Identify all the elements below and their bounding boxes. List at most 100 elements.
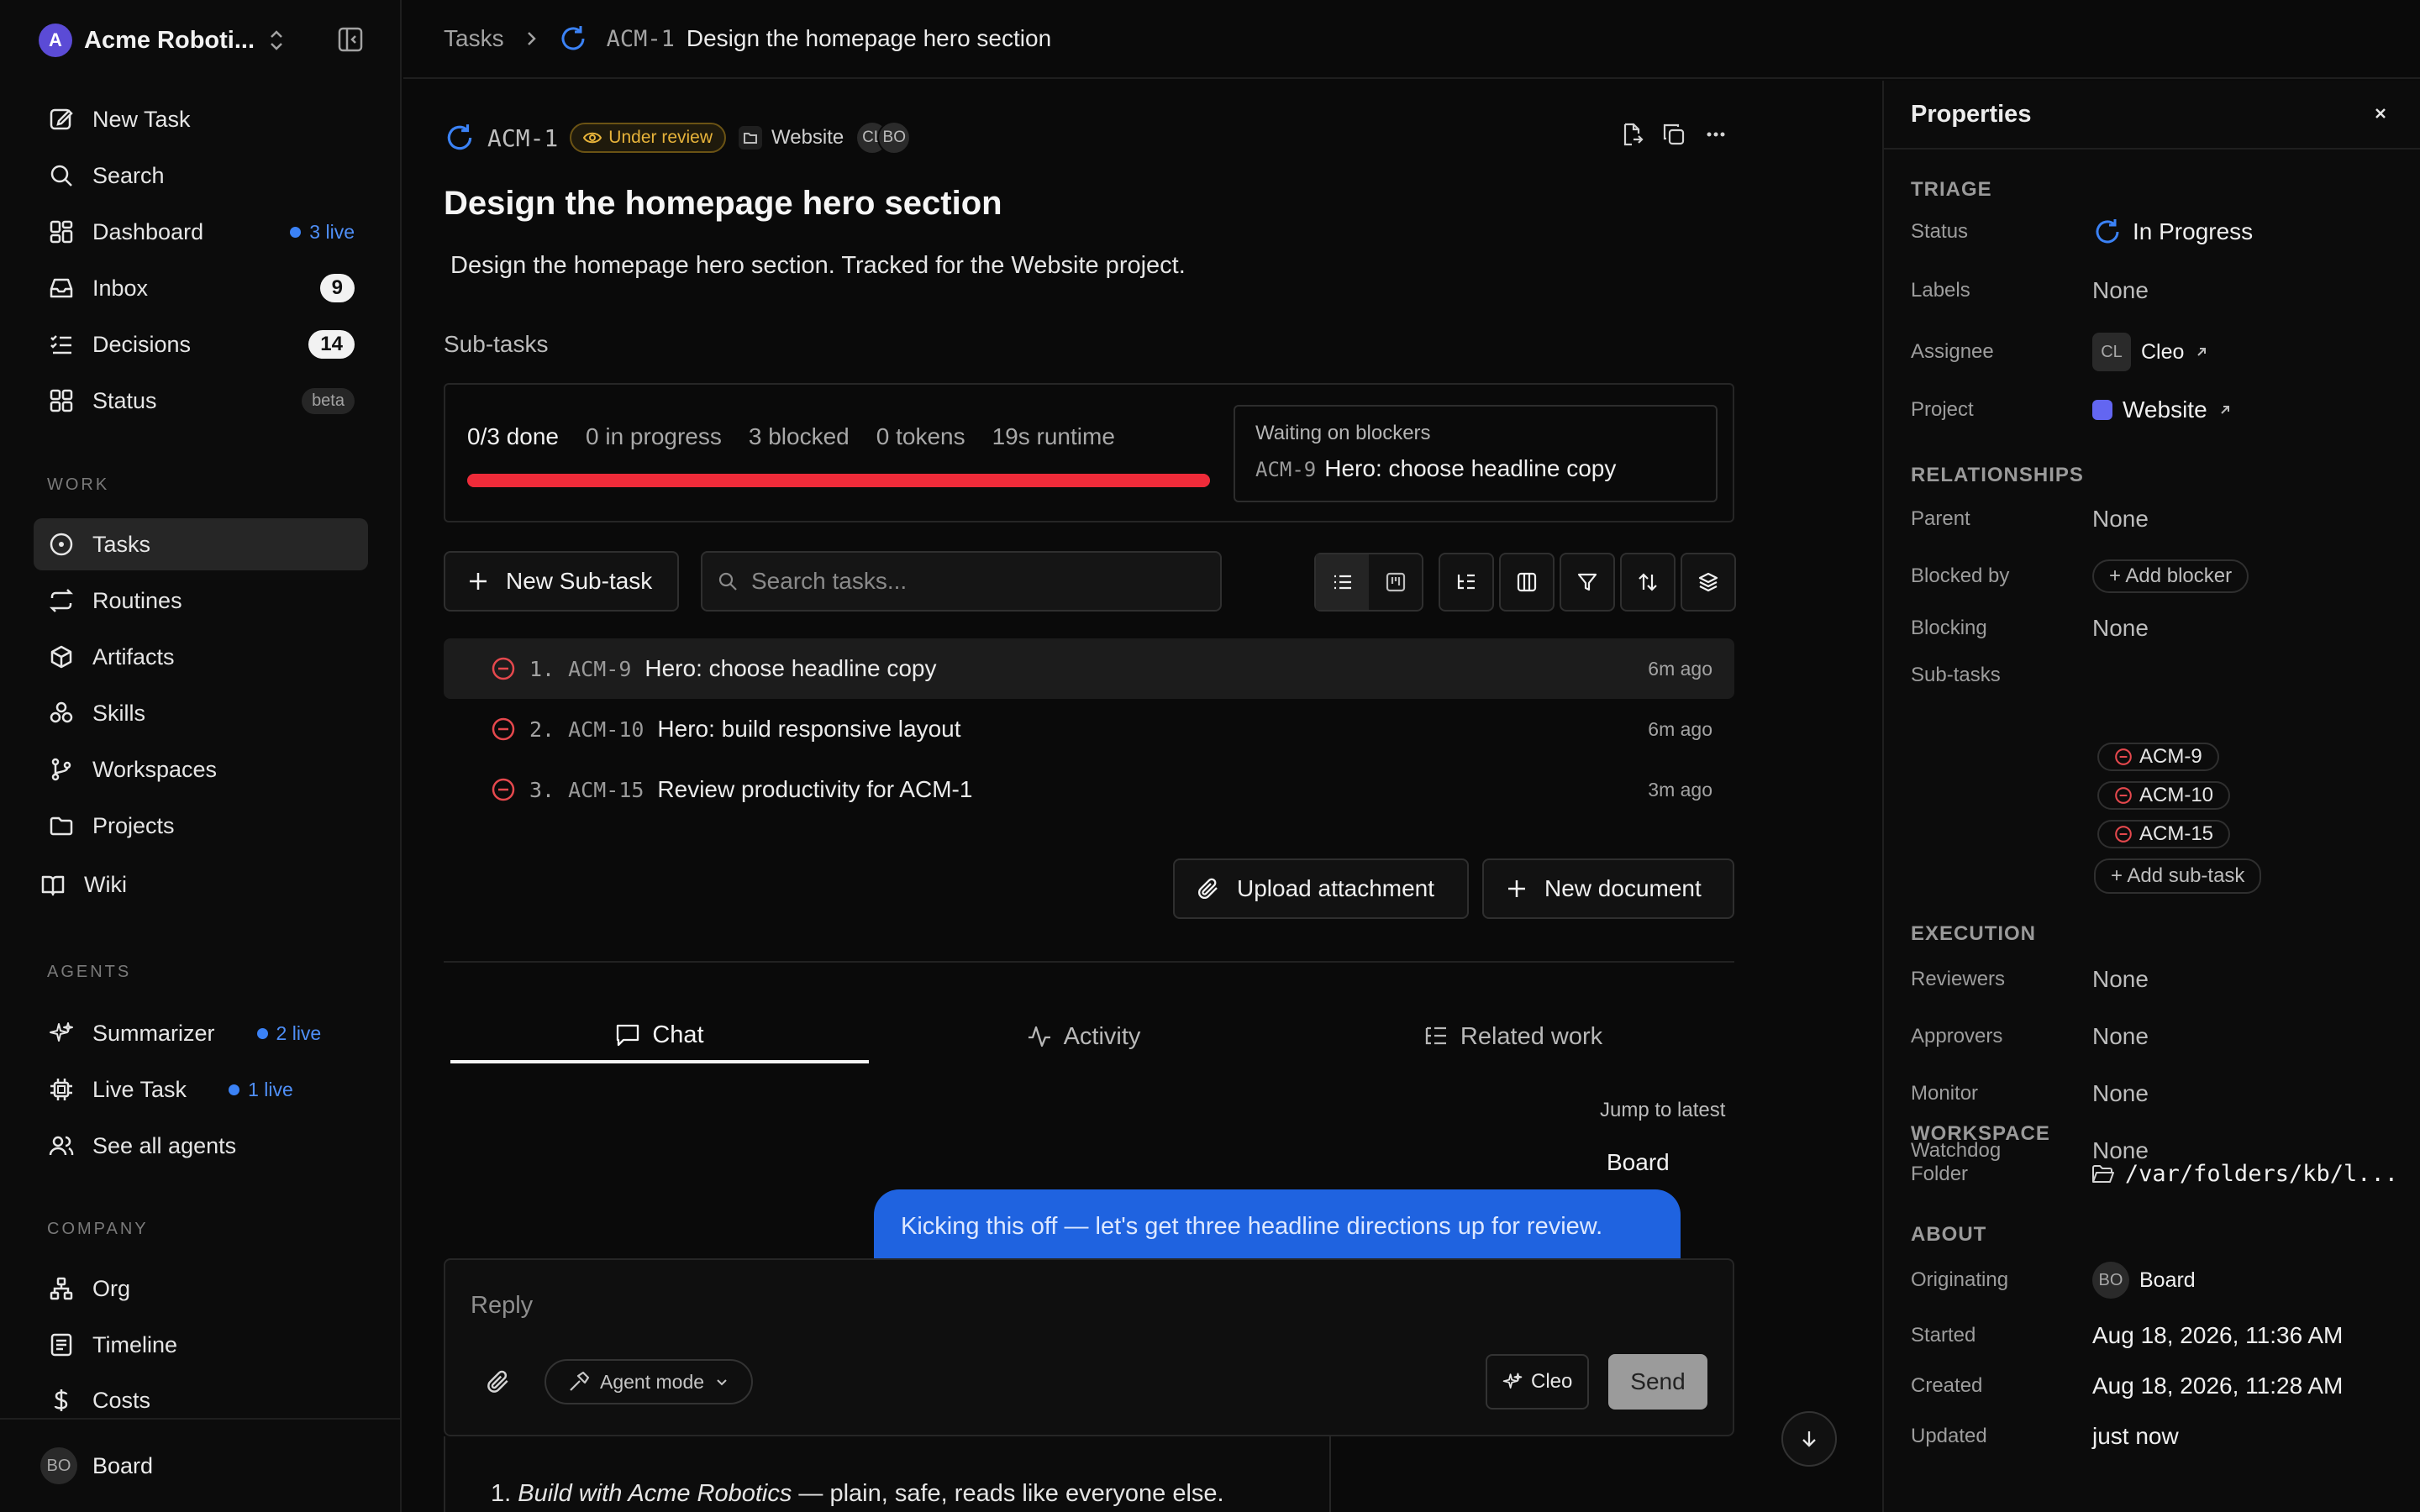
prop-key: Created [1911, 1374, 1983, 1397]
prop-value: just now [2092, 1423, 2179, 1449]
nav-decisions[interactable]: Decisions 14 [34, 318, 368, 370]
reply-input[interactable]: Reply [471, 1292, 533, 1320]
row-number: 1. [529, 656, 555, 681]
nav-inbox[interactable]: Inbox 9 [34, 262, 368, 314]
in-progress-icon [558, 24, 588, 54]
blocked-icon [2114, 748, 2133, 766]
sidebar-user[interactable]: BO Board [0, 1418, 402, 1512]
prop-key: Labels [1911, 279, 1970, 302]
blockers-panel[interactable]: Waiting on blockers ACM-9 Hero: choose h… [1234, 405, 1718, 502]
nav-wiki[interactable]: Wiki [25, 858, 360, 911]
participants[interactable]: CL BO [855, 121, 912, 155]
status-badge[interactable]: Under review [570, 123, 727, 153]
more-options-icon[interactable] [1704, 123, 1728, 146]
git-branch-icon [47, 755, 76, 784]
nav-agent-summarizer[interactable]: Summarizer 2 live [34, 1007, 368, 1059]
prop-reviewers[interactable]: Reviewers None [1911, 966, 2398, 993]
avatar: BO [2092, 1262, 2129, 1299]
tab-activity[interactable]: Activity [869, 1010, 1298, 1063]
copy-icon[interactable] [1662, 123, 1686, 146]
status-badge-label: Under review [608, 128, 713, 147]
nav-tasks[interactable]: Tasks [34, 518, 368, 570]
layers-icon[interactable] [1681, 553, 1736, 612]
subtask-row[interactable]: 2. ACM-10 Hero: build responsive layout … [444, 699, 1734, 759]
chevron-updown-icon [266, 28, 287, 53]
agent-mode-select[interactable]: Agent mode [544, 1359, 754, 1404]
nav-label: Timeline [92, 1331, 178, 1357]
jump-to-latest-link[interactable]: Jump to latest [1600, 1099, 1725, 1122]
search-tasks-input[interactable]: Search tasks... [701, 551, 1222, 612]
prop-folder[interactable]: Folder /var/folders/kb/l... [1911, 1161, 2398, 1187]
agent-picker[interactable]: Cleo [1486, 1354, 1590, 1410]
stat-in-progress: 0 in progress [586, 423, 722, 449]
sort-icon[interactable] [1620, 553, 1676, 612]
nav-agent-live-task[interactable]: Live Task 1 live [34, 1063, 368, 1116]
subtask-row[interactable]: 1. ACM-9 Hero: choose headline copy 6m a… [444, 638, 1734, 699]
breadcrumb-tasks[interactable]: Tasks [444, 25, 504, 52]
nav-skills[interactable]: Skills [34, 687, 368, 739]
nav-see-all-agents[interactable]: See all agents [34, 1120, 368, 1172]
project-chip[interactable]: Website [738, 125, 844, 150]
chat-message-document: 1. Build with Acme Robotics — plain, saf… [444, 1436, 1331, 1512]
nav-workspaces[interactable]: Workspaces [34, 743, 368, 795]
nav-search[interactable]: Search [34, 150, 368, 202]
file-export-icon[interactable] [1620, 123, 1644, 146]
add-subtask-button[interactable]: + Add sub-task [2094, 858, 2262, 894]
add-blocker-button[interactable]: + Add blocker [2092, 559, 2249, 593]
blocked-icon [491, 717, 516, 742]
nav-label: Status [92, 387, 157, 413]
prop-project[interactable]: Project Website [1911, 396, 2398, 423]
tab-related-work[interactable]: Related work [1298, 1010, 1728, 1063]
prop-originating[interactable]: Originating BO Board [1911, 1262, 2398, 1299]
subtask-chip[interactable]: ACM-9 [2097, 743, 2219, 771]
button-label: New document [1544, 875, 1702, 901]
stat-blocked: 3 blocked [748, 423, 850, 449]
workspace-switcher[interactable]: A Acme Roboti... [39, 22, 287, 59]
progress-bar [467, 474, 1210, 487]
nav-new-task[interactable]: New Task [34, 93, 368, 145]
prop-key: Approvers [1911, 1025, 2003, 1047]
paperclip-icon[interactable] [486, 1369, 511, 1394]
prop-blocking[interactable]: Blocking None [1911, 615, 2398, 642]
nav-routines[interactable]: Routines [34, 575, 368, 627]
subtask-row[interactable]: 3. ACM-15 Review productivity for ACM-1 … [444, 759, 1734, 820]
prop-value: Cleo [2141, 339, 2185, 364]
nav-label: Projects [92, 812, 175, 838]
nav-label: Tasks [92, 531, 151, 557]
subtask-chip[interactable]: ACM-10 [2097, 781, 2231, 810]
folder-icon [47, 811, 76, 840]
prop-labels[interactable]: Labels None [1911, 277, 2398, 304]
chevron-down-icon [714, 1374, 729, 1389]
scroll-to-bottom-button[interactable] [1781, 1411, 1837, 1467]
nav-timeline[interactable]: Timeline [34, 1319, 368, 1371]
prop-monitor[interactable]: Monitor None [1911, 1080, 2398, 1107]
new-subtask-button[interactable]: New Sub-task [444, 551, 679, 612]
send-button[interactable]: Send [1608, 1354, 1707, 1410]
subtask-chip[interactable]: ACM-15 [2097, 820, 2231, 848]
nav-org[interactable]: Org [34, 1263, 368, 1315]
inbox-icon [47, 274, 76, 302]
prop-status[interactable]: Status In Progress [1911, 217, 2398, 247]
list-item: 1. Build with Acme Robotics — plain, saf… [491, 1480, 1224, 1508]
prop-assignee[interactable]: Assignee CL Cleo [1911, 333, 2398, 371]
upload-attachment-button[interactable]: Upload attachment [1173, 858, 1469, 919]
collapse-sidebar-icon[interactable] [338, 27, 363, 52]
book-icon [39, 870, 67, 899]
nav-artifacts[interactable]: Artifacts [34, 631, 368, 683]
sidebar: A Acme Roboti... New Task Search Dashboa… [0, 0, 402, 1512]
list-view-icon[interactable] [1316, 554, 1369, 610]
new-document-button[interactable]: New document [1482, 858, 1734, 919]
prop-approvers[interactable]: Approvers None [1911, 1023, 2398, 1050]
nav-projects[interactable]: Projects [34, 800, 368, 852]
columns-icon[interactable] [1499, 553, 1555, 612]
close-icon[interactable] [2368, 101, 2393, 126]
subtask-chip-label: ACM-15 [2139, 822, 2214, 845]
tab-chat[interactable]: Chat [450, 1010, 869, 1063]
tree-view-icon[interactable] [1439, 553, 1494, 612]
prop-parent[interactable]: Parent None [1911, 506, 2398, 533]
task-description[interactable]: Design the homepage hero section. Tracke… [450, 252, 1186, 280]
filter-icon[interactable] [1560, 553, 1615, 612]
nav-dashboard[interactable]: Dashboard 3 live [34, 206, 368, 258]
board-view-icon[interactable] [1369, 571, 1422, 593]
nav-status[interactable]: Status beta [34, 375, 368, 427]
